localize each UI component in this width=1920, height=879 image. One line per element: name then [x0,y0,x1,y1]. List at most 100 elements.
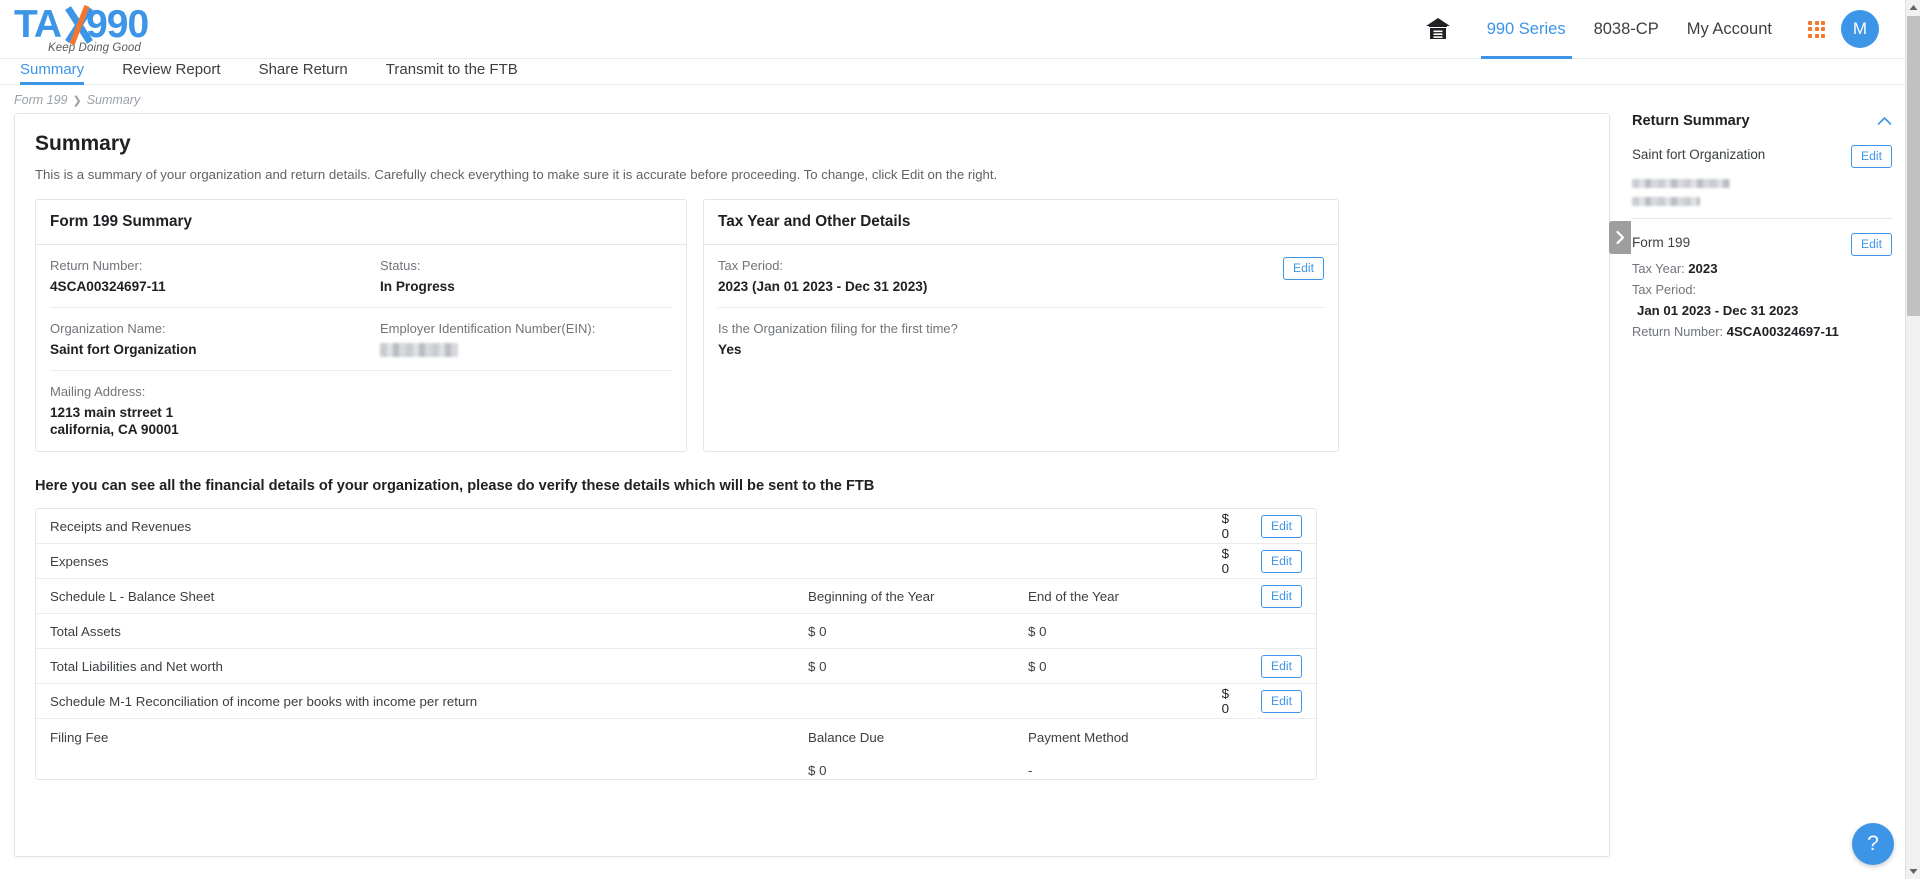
page-title: Summary [35,132,131,155]
sidebar-return-number: Return Number: 4SCA00324697-11 [1632,323,1892,340]
tab-summary[interactable]: Summary [20,61,92,85]
field-first-time-filing: Is the Organization filing for the first… [718,321,1324,396]
table-row: Expenses $ 0 Edit [36,544,1316,579]
home-bank-icon[interactable] [1425,17,1451,41]
sidebar-tax-year-value: 2023 [1688,261,1718,276]
row-org-name-ein: Organization Name: Saint fort Organizati… [50,308,672,371]
financial-details-intro: Here you can see all the financial detai… [35,478,875,494]
tab-share-return[interactable]: Share Return [251,61,356,84]
avatar[interactable]: M [1841,10,1879,48]
nav-link-8038-cp[interactable]: 8038-CP [1580,0,1673,59]
ein-label: Employer Identification Number(EIN): [380,321,596,336]
help-button[interactable]: ? [1852,823,1894,865]
row-return-number-status: Return Number: 4SCA00324697-11 Status: I… [50,245,672,308]
row-first-time-filing: Is the Organization filing for the first… [718,308,1324,408]
top-nav: 990 Series 8038-CP My Account M [1425,0,1905,59]
sidebar-toggle-handle[interactable] [1609,221,1631,254]
status-value: In Progress [380,279,455,294]
sidebar-return-number-label: Return Number: [1632,324,1724,339]
field-return-number: Return Number: 4SCA00324697-11 [50,258,380,295]
row-mailing-address: Mailing Address: 1213 main strreet 1 cal… [50,371,672,451]
breadcrumb-form-199[interactable]: Form 199 [14,93,68,107]
first-time-filing-label: Is the Organization filing for the first… [718,321,958,336]
edit-tax-period-button[interactable]: Edit [1282,257,1324,280]
row-col2-value: - [1028,763,1033,778]
section-tabs: Summary Review Report Share Return Trans… [0,59,1905,85]
top-header-bar: TAX990 Keep Doing Good 990 Series 8038-C… [0,0,1905,59]
row-col2: $ 0 [1028,658,1047,674]
chevron-right-icon [1615,230,1624,245]
row-edit-cell: Edit [1260,514,1302,538]
return-summary-title: Return Summary [1632,113,1750,129]
brand-logo[interactable]: TAX990 Keep Doing Good [14,2,154,54]
sidebar-form-name: Form 199 [1632,235,1691,250]
sidebar-organization-name: Saint fort Organization [1632,147,1766,162]
return-number-label: Return Number: [50,258,143,273]
mailing-address-line2: california, CA 90001 [50,422,179,437]
row-col2-header: Payment Method [1028,730,1129,745]
sidebar-form-block: Form 199 Edit Tax Year: 2023 Tax Period:… [1632,219,1892,350]
edit-schedule-m1-reconciliation-button[interactable]: Edit [1260,689,1302,713]
form-199-summary-panel: Form 199 Summary Return Number: 4SCA0032… [35,199,687,452]
sidebar-tax-period-value: Jan 01 2023 - Dec 31 2023 [1637,303,1799,318]
table-row: Filing Fee Balance Due Payment Method $ … [36,719,1316,779]
row-edit-cell: Edit [1260,549,1302,573]
row-label: Schedule L - Balance Sheet [50,588,215,604]
organization-name-label: Organization Name: [50,321,166,336]
tab-review-report[interactable]: Review Report [114,61,228,84]
scrollbar-thumb[interactable] [1907,16,1920,316]
page-scrollbar[interactable] [1905,0,1920,879]
status-label: Status: [380,258,421,273]
return-number-value: 4SCA00324697-11 [50,279,166,294]
row-tax-period: Tax Period: 2023 (Jan 01 2023 - Dec 31 2… [718,245,1324,308]
tax-year-details-body: Tax Period: 2023 (Jan 01 2023 - Dec 31 2… [704,245,1338,408]
scroll-down-arrow-icon[interactable] [1906,864,1920,879]
ein-value [380,341,672,358]
organization-name-value: Saint fort Organization [50,342,197,357]
chevron-up-icon[interactable] [1877,114,1892,129]
row-label: Total Liabilities and Net worth [50,658,223,674]
breadcrumb-separator-icon: ❯ [72,94,82,107]
tax-period-value: 2023 (Jan 01 2023 - Dec 31 2023) [718,279,928,294]
row-col1-header: Balance Due [808,730,885,745]
logo-text-990: 990 [86,2,149,46]
sidebar-extra-redacted-mask [1632,197,1700,207]
tax-year-details-heading: Tax Year and Other Details [704,200,1338,245]
sidebar-tax-year: Tax Year: 2023 [1632,260,1892,277]
edit-total-liabilities-and-net-worth-button[interactable]: Edit [1260,654,1302,678]
row-col2-header: End of the Year [1028,588,1119,604]
mailing-address-line1: 1213 main strreet 1 [50,405,174,420]
row-col2: $ 0 [1028,623,1047,639]
nav-link-my-account[interactable]: My Account [1673,0,1786,59]
sidebar-form-row: Form 199 Edit [1632,233,1892,256]
edit-expenses-button[interactable]: Edit [1260,549,1302,573]
table-row: Receipts and Revenues $ 0 Edit [36,509,1316,544]
details-panels: Form 199 Summary Return Number: 4SCA0032… [35,199,1589,452]
row-edit-cell: Edit [1260,584,1302,608]
field-ein: Employer Identification Number(EIN): [380,321,672,358]
tab-transmit-to-the-ftb[interactable]: Transmit to the FTB [378,61,526,84]
form-199-summary-heading: Form 199 Summary [36,200,686,245]
apps-grid-icon[interactable] [1808,20,1825,38]
sidebar-tax-period-label: Tax Period: [1632,282,1697,297]
financial-details-table: Receipts and Revenues $ 0 Edit Expenses … [35,508,1317,780]
sidebar-organization-block: Saint fort Organization Edit [1632,139,1892,219]
breadcrumb: Form 199 ❯ Summary [14,93,140,107]
edit-organization-button[interactable]: Edit [1850,145,1892,168]
edit-receipts-and-revenues-button[interactable]: Edit [1260,514,1302,538]
edit-form-button[interactable]: Edit [1850,233,1892,256]
edit-schedule-l-balance-sheet-button[interactable]: Edit [1260,584,1302,608]
mailing-address-label: Mailing Address: [50,384,146,399]
sidebar-org-row: Saint fort Organization Edit [1632,145,1892,168]
scroll-up-arrow-icon[interactable] [1906,0,1920,15]
row-label: Schedule M-1 Reconciliation of income pe… [50,693,478,709]
page-subtitle: This is a summary of your organization a… [35,167,998,182]
table-row: Total Liabilities and Net worth $ 0 $ 0 … [36,649,1316,684]
table-row: Schedule M-1 Reconciliation of income pe… [36,684,1316,719]
return-summary-header: Return Summary [1632,113,1892,139]
sidebar-org-redacted [1632,175,1892,208]
logo-text: TAX990 [14,2,154,46]
nav-link-990-series[interactable]: 990 Series [1473,0,1580,59]
row-label: Total Assets [50,623,121,639]
filing-fee-columns: Balance Due Payment Method $ 0 - [808,730,1218,778]
